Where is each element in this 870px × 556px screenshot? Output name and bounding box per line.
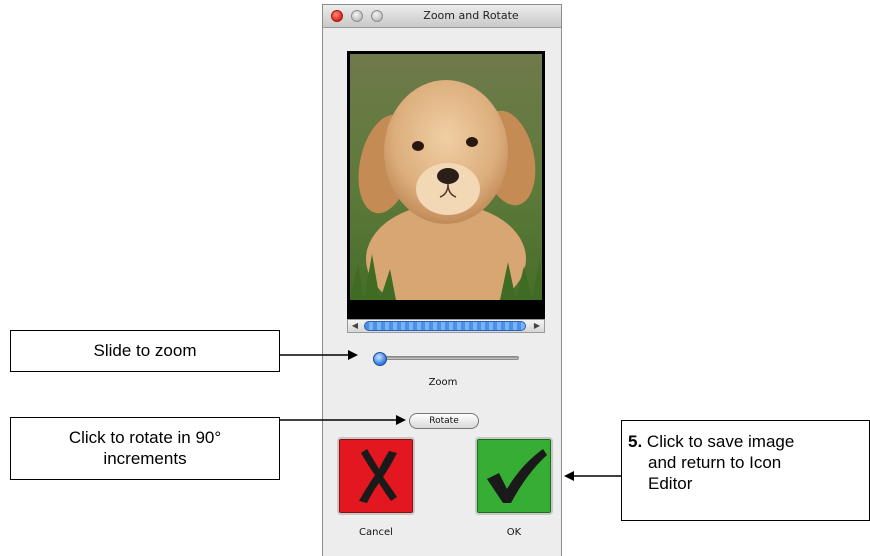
callout-arrows	[280, 350, 621, 481]
